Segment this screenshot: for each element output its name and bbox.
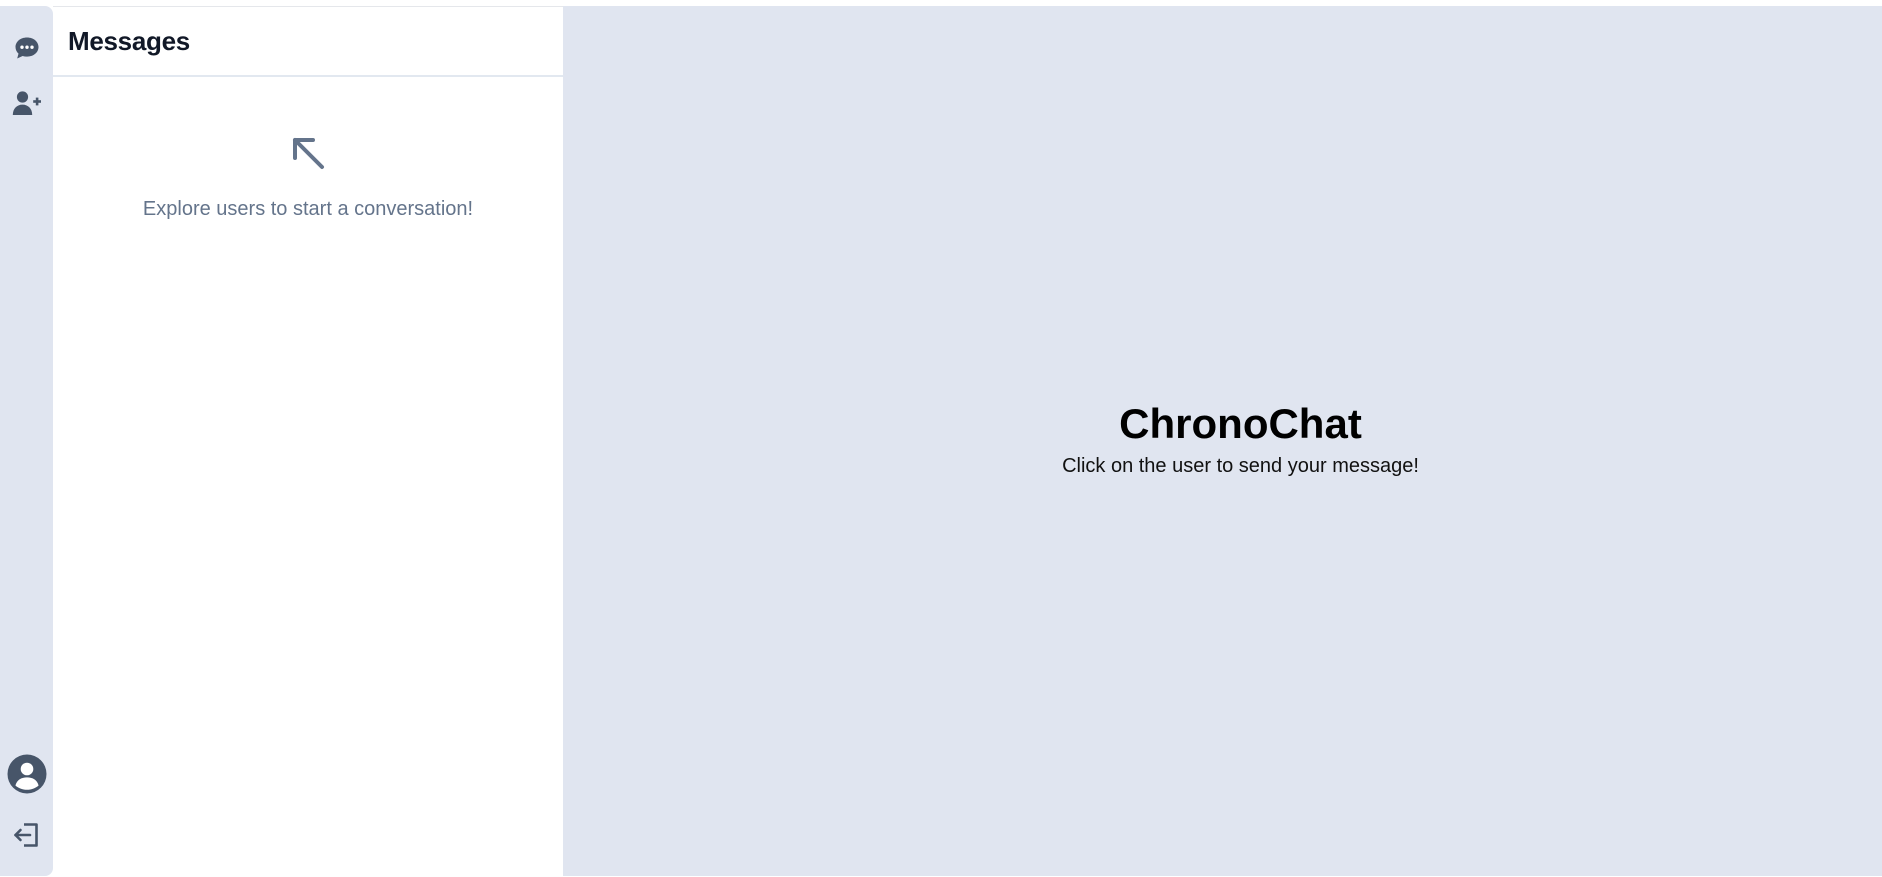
- add-user-icon: [12, 90, 42, 116]
- welcome-block: ChronoChat Click on the user to send you…: [563, 399, 1882, 478]
- app-title: ChronoChat: [1119, 400, 1362, 447]
- logout-icon: [13, 822, 41, 848]
- chat-button[interactable]: [8, 29, 46, 67]
- chat-icon: [14, 36, 40, 60]
- logout-button[interactable]: [8, 816, 46, 854]
- profile-button[interactable]: [7, 754, 47, 794]
- empty-state: Explore users to start a conversation!: [53, 135, 563, 221]
- add-user-button[interactable]: [8, 84, 46, 122]
- profile-icon: [7, 754, 47, 794]
- arrow-up-left-icon: [290, 135, 326, 171]
- main-area: ChronoChat Click on the user to send you…: [563, 6, 1882, 876]
- icon-rail: [0, 6, 53, 876]
- empty-state-text: Explore users to start a conversation!: [142, 198, 474, 220]
- messages-title: Messages: [68, 25, 190, 56]
- messages-header: Messages: [53, 7, 563, 77]
- app-window: Messages Explore users to start a conver…: [0, 6, 1882, 877]
- messages-panel: Messages Explore users to start a conver…: [53, 6, 563, 877]
- welcome-subtitle: Click on the user to send your message!: [1062, 455, 1419, 477]
